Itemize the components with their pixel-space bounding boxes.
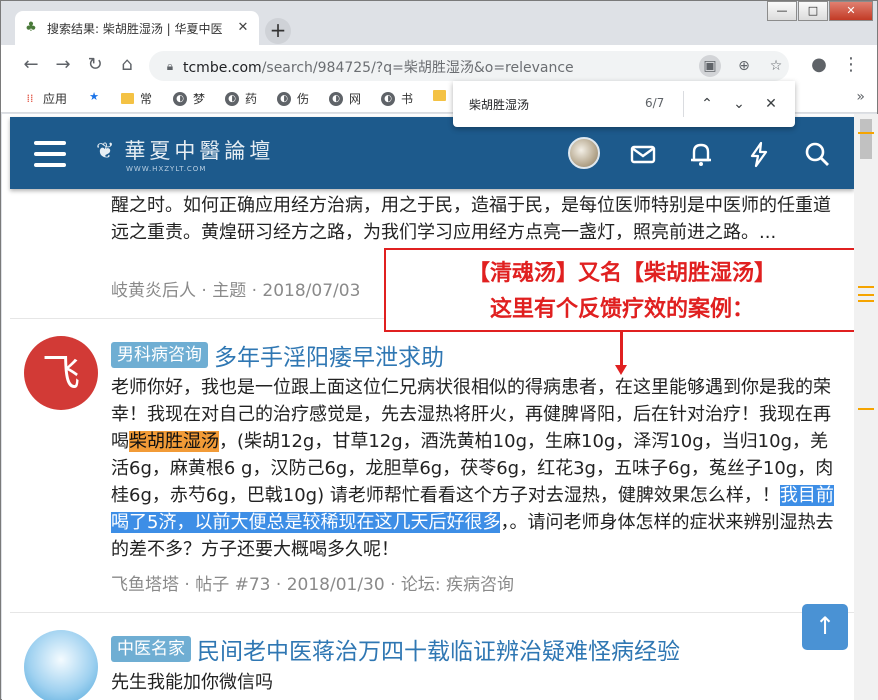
user-avatar[interactable]	[568, 137, 600, 169]
zoom-icon[interactable]: ⊕	[733, 55, 755, 77]
find-close-icon[interactable]: ✕	[759, 92, 783, 116]
lightning-icon[interactable]	[744, 139, 774, 169]
browser-tab-active[interactable]: ♣ 搜索结果: 柴胡胜湿汤 | 华夏中医 ✕	[15, 11, 259, 45]
search-icon[interactable]	[802, 139, 832, 169]
globe-icon: ◐	[173, 91, 187, 106]
site-header: ❦ 華夏中醫論壇 WWW.HXZYLT.COM	[10, 117, 854, 189]
find-previous-icon[interactable]: ⌃	[695, 92, 719, 116]
result-meta[interactable]: 飞鱼塔塔 · 帖子 #73 · 2018/01/30 · 论坛: 疾病咨询	[111, 570, 514, 595]
bookmark-item[interactable]: ◐ 梦	[173, 90, 205, 107]
result-body: 老师你好，我也是一位跟上面这位仁兄病状很相似的得病患者，在这里能够遇到你是我的荣…	[111, 377, 834, 560]
find-input[interactable]: 柴胡胜湿汤	[469, 96, 529, 113]
browser-toolbar: ← → ↻ ⌂ 🔒︎ tcmbe.com/search/984725/?q=柴胡…	[1, 45, 877, 85]
bookmark-apps[interactable]: ⁞⁞ 应用	[23, 90, 68, 107]
bell-icon[interactable]	[686, 139, 716, 169]
globe-icon: ◐	[277, 91, 291, 106]
globe-icon: ◐	[225, 91, 239, 106]
back-arrow-icon[interactable]: ←	[19, 53, 43, 77]
bookmark-item[interactable]: ◐ 网	[329, 90, 361, 107]
category-tag[interactable]: 男科病咨询	[111, 342, 208, 368]
hamburger-menu-icon[interactable]	[34, 141, 66, 167]
result-header: 中医名家 民间老中医蒋治万四十载临证辨治疑难怪病经验	[111, 632, 851, 666]
scroll-to-top-button[interactable]: ↑	[802, 604, 848, 650]
find-marker	[858, 408, 874, 410]
bookmark-star-icon[interactable]: ☆	[765, 55, 787, 77]
result-header: 男科病咨询 多年手淫阳痿早泄求助	[111, 338, 851, 372]
site-logo[interactable]: ❦ 華夏中醫論壇 WWW.HXZYLT.COM	[96, 135, 274, 173]
home-icon[interactable]: ⌂	[115, 53, 139, 77]
bookmarks-overflow-icon[interactable]: »	[856, 89, 865, 105]
new-tab-button[interactable]: +	[265, 18, 291, 44]
bookmark-star[interactable]: ★	[87, 90, 107, 104]
result-excerpt: 醒之时。如何正确应用经方治病，用之于民，造福于民，是每位医师特别是中医师的任重道…	[111, 195, 831, 243]
find-bar: 柴胡胜湿汤 6/7 ⌃ ⌄ ✕	[453, 81, 795, 127]
avatar[interactable]: 飞	[24, 336, 98, 410]
find-marker	[858, 286, 874, 288]
bookmark-item[interactable]: ◐ 药	[225, 90, 257, 107]
mail-icon[interactable]	[628, 139, 658, 169]
result-title-link[interactable]: 多年手淫阳痿早泄求助	[214, 345, 444, 371]
address-bar[interactable]: 🔒︎ tcmbe.com/search/984725/?q=柴胡胜湿汤&o=re…	[149, 51, 789, 81]
scrollbar-thumb[interactable]	[860, 119, 872, 159]
bookmark-item[interactable]: ◐ 书	[381, 90, 413, 107]
browser-window: ♣ 搜索结果: 柴胡胜湿汤 | 华夏中医 ✕ + — □ ✕ ← → ↻ ⌂ 🔒…	[0, 0, 878, 700]
maximize-button[interactable]: □	[798, 1, 828, 21]
result-excerpt: 先生我能加你微信吗	[111, 672, 273, 693]
window-controls: — □ ✕	[766, 1, 873, 21]
reload-icon[interactable]: ↻	[83, 53, 107, 77]
bookmark-item[interactable]: ◐ 伤	[277, 90, 309, 107]
globe-icon: ◐	[329, 91, 343, 106]
tab-title: 搜索结果: 柴胡胜湿汤 | 华夏中医	[47, 21, 223, 36]
tab-strip: ♣ 搜索结果: 柴胡胜湿汤 | 华夏中医 ✕ + — □ ✕	[1, 1, 877, 45]
apps-icon: ⁞⁞	[26, 91, 34, 105]
annotation-arrow	[620, 332, 623, 368]
url-text[interactable]: tcmbe.com/search/984725/?q=柴胡胜湿汤&o=relev…	[183, 57, 574, 77]
find-divider	[683, 91, 684, 117]
find-marker	[858, 132, 874, 134]
star-icon: ★	[89, 90, 99, 103]
globe-icon: ◐	[381, 91, 395, 106]
find-match-count: 6/7	[645, 96, 665, 110]
find-next-icon[interactable]: ⌄	[727, 92, 751, 116]
page-scrollbar[interactable]	[854, 114, 878, 700]
annotation-callout: 【清魂汤】又名【柴胡胜湿汤】 这里有个反馈疗效的案例：	[384, 248, 854, 332]
avatar[interactable]	[24, 630, 98, 700]
result-meta[interactable]: 岐黄炎后人 · 主题 · 2018/07/03	[111, 276, 360, 301]
tab-close-icon[interactable]: ✕	[235, 20, 251, 36]
window-close-button[interactable]: ✕	[829, 1, 873, 21]
menu-kebab-icon[interactable]: ⋮	[839, 53, 863, 77]
folder-icon	[121, 93, 134, 104]
site-favicon-icon: ♣	[25, 20, 37, 35]
result-title-link[interactable]: 民间老中医蒋治万四十载临证辨治疑难怪病经验	[197, 639, 680, 665]
profile-icon[interactable]: ●	[807, 53, 831, 77]
category-tag[interactable]: 中医名家	[111, 636, 191, 662]
page-info-icon[interactable]: ▣	[699, 55, 721, 77]
web-page: ❦ 華夏中醫論壇 WWW.HXZYLT.COM 醒之时。如何正确应用经方治病，用…	[2, 114, 854, 700]
bookmark-folder[interactable]	[433, 90, 452, 101]
forward-arrow-icon[interactable]: →	[51, 53, 75, 77]
minimize-button[interactable]: —	[767, 1, 797, 21]
folder-icon	[433, 90, 446, 101]
find-highlight: 柴胡胜湿汤	[129, 431, 219, 452]
find-marker	[858, 300, 874, 302]
result-divider	[10, 612, 854, 613]
annotation-arrowhead	[615, 365, 627, 375]
logo-emblem-icon: ❦	[96, 139, 119, 164]
lock-icon[interactable]: 🔒︎	[161, 57, 179, 75]
find-marker	[858, 294, 874, 296]
bookmark-folder[interactable]: 常	[121, 90, 152, 107]
